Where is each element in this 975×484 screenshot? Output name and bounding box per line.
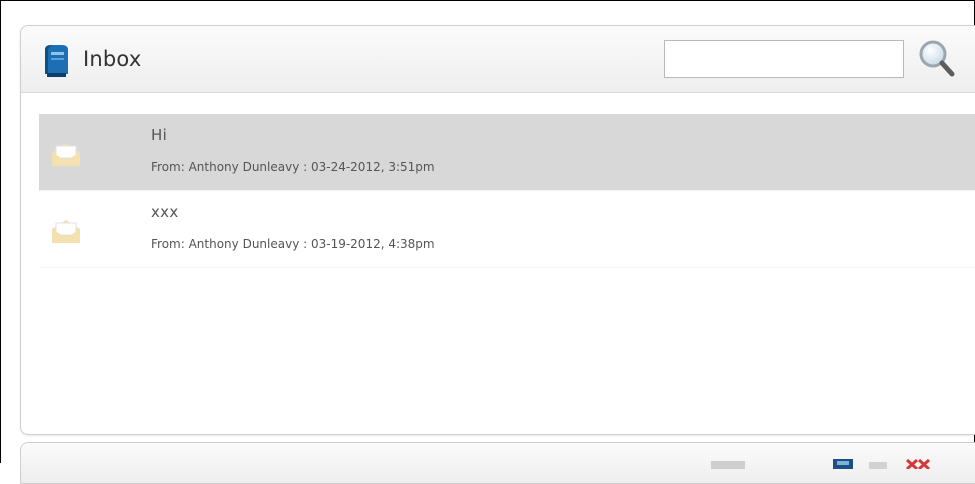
window-frame: Inbox Hi From: Anthony Dunleavy: 03-24-… [0, 0, 975, 484]
mailbox-icon [45, 45, 68, 77]
search-icon[interactable] [917, 38, 957, 80]
message-list: Hi From: Anthony Dunleavy : 03-24-2012, … [39, 114, 975, 268]
save-icon[interactable] [833, 459, 853, 469]
envelope-open-icon [52, 143, 80, 166]
page-title: Inbox [83, 47, 142, 71]
delete-icon[interactable] [905, 459, 931, 469]
document-icon[interactable] [869, 459, 887, 469]
inbox-panel: Inbox Hi From: Anthony Dunleavy: 03-24-… [20, 25, 975, 435]
view-icon[interactable] [711, 459, 745, 469]
search-input[interactable] [664, 40, 904, 78]
message-meta: From: Anthony Dunleavy : 03-19-2012, 4:3… [151, 237, 435, 251]
message-subject[interactable]: Hi [151, 126, 167, 144]
message-meta: From: Anthony Dunleavy : 03-24-2012, 3:5… [151, 160, 435, 174]
message-row[interactable]: xxx From: Anthony Dunleavy : 03-19-2012,… [39, 191, 975, 268]
envelope-open-icon [52, 220, 80, 243]
message-subject[interactable]: xxx [151, 203, 179, 221]
inbox-header: Inbox [21, 26, 975, 93]
message-toolbar [20, 442, 975, 484]
message-row[interactable]: Hi From: Anthony Dunleavy : 03-24-2012, … [39, 114, 975, 191]
